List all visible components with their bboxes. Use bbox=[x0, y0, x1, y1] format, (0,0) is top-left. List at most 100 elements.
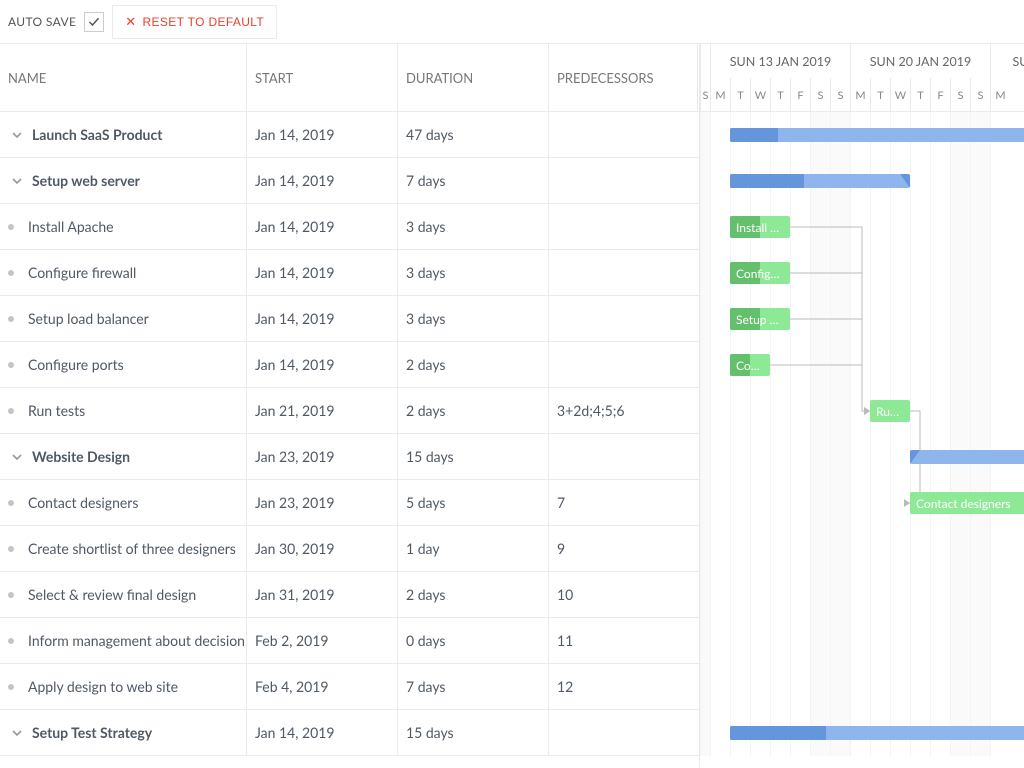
chevron-down-icon[interactable] bbox=[8, 724, 26, 742]
task-duration-cell[interactable]: 3 days bbox=[398, 250, 549, 296]
table-row[interactable]: Apply design to web siteFeb 4, 20197 day… bbox=[0, 664, 699, 710]
task-name-cell[interactable]: Website Design bbox=[0, 434, 247, 480]
summary-bar[interactable] bbox=[910, 450, 1024, 464]
table-row[interactable]: Website DesignJan 23, 201915 days bbox=[0, 434, 699, 480]
task-duration-cell[interactable]: 7 days bbox=[398, 664, 549, 710]
task-duration-cell[interactable]: 15 days bbox=[398, 710, 549, 756]
column-header-name[interactable]: NAME bbox=[0, 44, 247, 111]
table-row[interactable]: Inform management about decisionFeb 2, 2… bbox=[0, 618, 699, 664]
summary-bar[interactable] bbox=[730, 726, 1024, 740]
column-header-start[interactable]: START bbox=[247, 44, 398, 111]
task-start-cell[interactable]: Jan 14, 2019 bbox=[247, 204, 398, 250]
table-row[interactable]: Launch SaaS Product Jan 14, 201947 days bbox=[0, 112, 699, 158]
task-name-cell[interactable]: Setup Test Strategy bbox=[0, 710, 247, 756]
task-pred-cell[interactable] bbox=[549, 296, 698, 342]
task-pred-cell[interactable] bbox=[549, 710, 698, 756]
task-name-cell[interactable]: Setup load balancer bbox=[0, 296, 247, 342]
task-duration-cell[interactable]: 3 days bbox=[398, 204, 549, 250]
task-name-cell[interactable]: Run tests bbox=[0, 388, 247, 434]
task-pred-cell[interactable]: 10 bbox=[549, 572, 698, 618]
task-bar[interactable]: Co… bbox=[730, 354, 770, 376]
task-start-cell[interactable]: Jan 14, 2019 bbox=[247, 342, 398, 388]
task-name-cell[interactable]: Configure ports bbox=[0, 342, 247, 388]
task-duration-cell[interactable]: 2 days bbox=[398, 388, 549, 434]
column-header-duration[interactable]: DURATION bbox=[398, 44, 549, 111]
task-start-cell[interactable]: Jan 14, 2019 bbox=[247, 112, 398, 158]
task-duration-cell[interactable]: 5 days bbox=[398, 480, 549, 526]
task-name-cell[interactable]: Launch SaaS Product bbox=[0, 112, 247, 158]
task-name-cell[interactable]: Contact designers bbox=[0, 480, 247, 526]
task-start-cell[interactable]: Jan 14, 2019 bbox=[247, 296, 398, 342]
task-start-cell[interactable]: Jan 21, 2019 bbox=[247, 388, 398, 434]
task-pred-cell[interactable] bbox=[549, 112, 698, 158]
task-name-cell[interactable]: Select & review final design bbox=[0, 572, 247, 618]
table-row[interactable]: Install ApacheJan 14, 20193 days bbox=[0, 204, 699, 250]
table-row[interactable]: Setup load balancerJan 14, 20193 days bbox=[0, 296, 699, 342]
task-name-cell[interactable]: Install Apache bbox=[0, 204, 247, 250]
task-pred-cell[interactable] bbox=[549, 250, 698, 296]
task-name-cell[interactable]: Create shortlist of three designers bbox=[0, 526, 247, 572]
chevron-down-icon[interactable] bbox=[8, 448, 26, 466]
summary-bar[interactable] bbox=[730, 128, 1024, 142]
task-duration-cell[interactable]: 2 days bbox=[398, 572, 549, 618]
task-name-cell[interactable]: Inform management about decision bbox=[0, 618, 247, 664]
task-pred-cell[interactable]: 11 bbox=[549, 618, 698, 664]
reset-to-default-button[interactable]: ✕ RESET TO DEFAULT bbox=[112, 5, 277, 39]
task-pred-cell[interactable] bbox=[549, 158, 698, 204]
table-row[interactable]: Configure portsJan 14, 20192 days bbox=[0, 342, 699, 388]
column-header-predecessors[interactable]: PREDECESSORS bbox=[549, 44, 698, 111]
task-duration-cell[interactable]: 1 day bbox=[398, 526, 549, 572]
task-pred-cell[interactable]: 3+2d;4;5;6 bbox=[549, 388, 698, 434]
task-start-cell[interactable]: Jan 23, 2019 bbox=[247, 480, 398, 526]
task-duration-cell[interactable]: 47 days bbox=[398, 112, 549, 158]
task-start-cell[interactable]: Jan 30, 2019 bbox=[247, 526, 398, 572]
task-duration-cell[interactable]: 15 days bbox=[398, 434, 549, 480]
task-pred-cell[interactable]: 12 bbox=[549, 664, 698, 710]
task-pred-cell[interactable]: 7 bbox=[549, 480, 698, 526]
chevron-down-icon[interactable] bbox=[8, 126, 26, 144]
task-duration-cell[interactable]: 2 days bbox=[398, 342, 549, 388]
chevron-down-icon[interactable] bbox=[8, 172, 26, 190]
table-row[interactable]: Create shortlist of three designersJan 3… bbox=[0, 526, 699, 572]
summary-bar[interactable] bbox=[730, 174, 910, 188]
task-pred-cell[interactable] bbox=[549, 342, 698, 388]
task-name: Select & review final design bbox=[28, 586, 196, 603]
task-duration-cell[interactable]: 7 days bbox=[398, 158, 549, 204]
week-header bbox=[700, 44, 710, 78]
task-name-cell[interactable]: Apply design to web site bbox=[0, 664, 247, 710]
task-bar[interactable]: Ru… bbox=[870, 400, 910, 422]
week-header[interactable]: SUN 20 JAN 2019 bbox=[850, 44, 990, 78]
task-name: Launch SaaS Product bbox=[32, 126, 162, 143]
table-row[interactable]: Contact designersJan 23, 20195 days7 bbox=[0, 480, 699, 526]
task-bar[interactable]: Setup … bbox=[730, 308, 790, 330]
task-start-cell[interactable]: Jan 23, 2019 bbox=[247, 434, 398, 480]
table-row[interactable]: Configure firewallJan 14, 20193 days bbox=[0, 250, 699, 296]
table-row[interactable]: Setup web serverJan 14, 20197 days bbox=[0, 158, 699, 204]
day-header: F bbox=[790, 78, 810, 112]
task-start-cell[interactable]: Feb 2, 2019 bbox=[247, 618, 398, 664]
task-start-cell[interactable]: Jan 14, 2019 bbox=[247, 158, 398, 204]
task-pred-cell[interactable] bbox=[549, 204, 698, 250]
table-row[interactable]: Setup Test StrategyJan 14, 201915 days bbox=[0, 710, 699, 756]
task-bar[interactable]: Contact designers bbox=[910, 492, 1024, 514]
task-pred-cell[interactable]: 9 bbox=[549, 526, 698, 572]
table-row[interactable]: Run testsJan 21, 20192 days3+2d;4;5;6 bbox=[0, 388, 699, 434]
autosave-checkbox[interactable] bbox=[84, 12, 104, 32]
task-grid: NAME START DURATION PREDECESSORS Launch … bbox=[0, 44, 700, 768]
task-name-cell[interactable]: Configure firewall bbox=[0, 250, 247, 296]
task-duration-cell[interactable]: 3 days bbox=[398, 296, 549, 342]
table-row[interactable]: Select & review final design Jan 31, 2019… bbox=[0, 572, 699, 618]
timeline[interactable]: SUN 13 JAN 2019SUN 20 JAN 2019SU SMTWTFS… bbox=[700, 44, 1024, 768]
task-start-cell[interactable]: Feb 4, 2019 bbox=[247, 664, 398, 710]
task-name-cell[interactable]: Setup web server bbox=[0, 158, 247, 204]
task-pred-cell[interactable] bbox=[549, 434, 698, 480]
task-duration-cell[interactable]: 0 days bbox=[398, 618, 549, 664]
week-header[interactable]: SU bbox=[990, 44, 1024, 78]
bullet-icon bbox=[8, 638, 14, 644]
task-start-cell[interactable]: Jan 31, 2019 bbox=[247, 572, 398, 618]
task-bar[interactable]: Config… bbox=[730, 262, 790, 284]
task-start-cell[interactable]: Jan 14, 2019 bbox=[247, 710, 398, 756]
task-bar[interactable]: Install … bbox=[730, 216, 790, 238]
week-header[interactable]: SUN 13 JAN 2019 bbox=[710, 44, 850, 78]
task-start-cell[interactable]: Jan 14, 2019 bbox=[247, 250, 398, 296]
